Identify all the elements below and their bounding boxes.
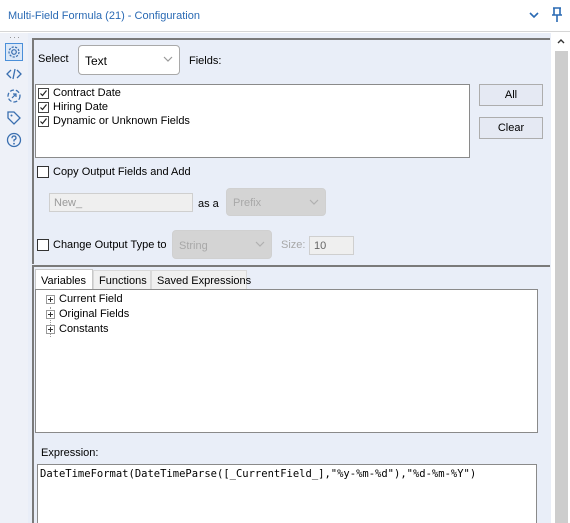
change-type-checkbox-row[interactable]: Change Output Type to	[37, 238, 167, 252]
change-type-checkbox[interactable]	[37, 239, 49, 251]
scrollbar-thumb[interactable]	[555, 51, 568, 523]
tab-saved-expressions[interactable]: Saved Expressions	[151, 270, 251, 290]
tree-node-label: Original Fields	[59, 308, 130, 320]
scroll-up-icon[interactable]	[556, 36, 566, 46]
select-type-value: Text	[85, 54, 108, 68]
chevron-down-icon	[309, 199, 319, 205]
prefix-suffix-input[interactable]: New_	[49, 193, 193, 212]
window-title: Multi-Field Formula (21) - Configuration	[8, 10, 200, 22]
field-item-hiring-date[interactable]: Hiring Date	[38, 100, 108, 114]
field-label: Contract Date	[53, 87, 121, 99]
field-label: Dynamic or Unknown Fields	[53, 115, 190, 127]
grip-icon: ···	[9, 32, 21, 42]
select-type-dropdown[interactable]: Text	[78, 45, 180, 75]
tree-node-label: Constants	[59, 323, 109, 335]
field-item-dynamic-unknown[interactable]: Dynamic or Unknown Fields	[38, 114, 190, 128]
field-label: Hiring Date	[53, 101, 109, 113]
chevron-down-icon	[163, 56, 173, 62]
tree-node-original-fields[interactable]: Original Fields	[46, 308, 129, 320]
tree-node-current-field[interactable]: Current Field	[46, 293, 123, 305]
as-a-label: as a	[198, 198, 219, 210]
expression-editor[interactable]: DateTimeFormat(DateTimeParse([_CurrentFi…	[37, 464, 537, 523]
size-input[interactable]: 10	[309, 236, 354, 255]
variables-tree[interactable]: Current Field Original Fields Constants	[35, 289, 538, 433]
tree-node-constants[interactable]: Constants	[46, 323, 109, 335]
copy-output-checkbox[interactable]	[37, 166, 49, 178]
checkbox-checked[interactable]	[38, 87, 49, 99]
fields-list[interactable]: Contract Date Hiring Date Dynamic or Unk…	[35, 84, 470, 158]
title-bar: Multi-Field Formula (21) - Configuration	[0, 0, 570, 32]
change-type-label: Change Output Type to	[53, 239, 167, 251]
tab-functions[interactable]: Functions	[93, 270, 151, 290]
chevron-down-icon	[255, 241, 265, 247]
gear-icon[interactable]	[5, 43, 23, 61]
size-label: Size:	[281, 239, 306, 251]
prefix-suffix-dropdown[interactable]: Prefix	[226, 188, 326, 216]
help-icon[interactable]	[5, 131, 23, 149]
output-type-dropdown[interactable]: String	[172, 230, 272, 259]
output-type-value: String	[179, 240, 208, 252]
tree-node-label: Current Field	[59, 293, 123, 305]
expand-icon[interactable]	[46, 309, 55, 319]
select-label: Select	[38, 53, 69, 65]
fields-label: Fields:	[189, 55, 222, 67]
select-all-button[interactable]: All	[479, 84, 543, 106]
pin-icon[interactable]	[549, 6, 565, 24]
tab-variables[interactable]: Variables	[35, 269, 93, 290]
vertical-scrollbar[interactable]	[552, 33, 570, 523]
clear-button[interactable]: Clear	[479, 117, 543, 139]
checkbox-checked[interactable]	[38, 101, 49, 113]
refresh-target-icon[interactable]	[5, 87, 23, 105]
prefix-suffix-value: Prefix	[233, 197, 262, 209]
copy-output-label: Copy Output Fields and Add	[53, 166, 191, 178]
code-icon[interactable]	[5, 65, 23, 83]
checkbox-checked[interactable]	[38, 115, 49, 127]
tag-icon[interactable]	[5, 109, 23, 127]
left-toolbar: ···	[0, 33, 28, 523]
expand-icon[interactable]	[46, 294, 55, 304]
copy-output-checkbox-row[interactable]: Copy Output Fields and Add	[37, 165, 191, 179]
expand-icon[interactable]	[46, 324, 55, 334]
chevron-down-icon[interactable]	[527, 8, 541, 22]
field-item-contract-date[interactable]: Contract Date	[38, 86, 121, 100]
expression-label: Expression:	[41, 447, 99, 459]
